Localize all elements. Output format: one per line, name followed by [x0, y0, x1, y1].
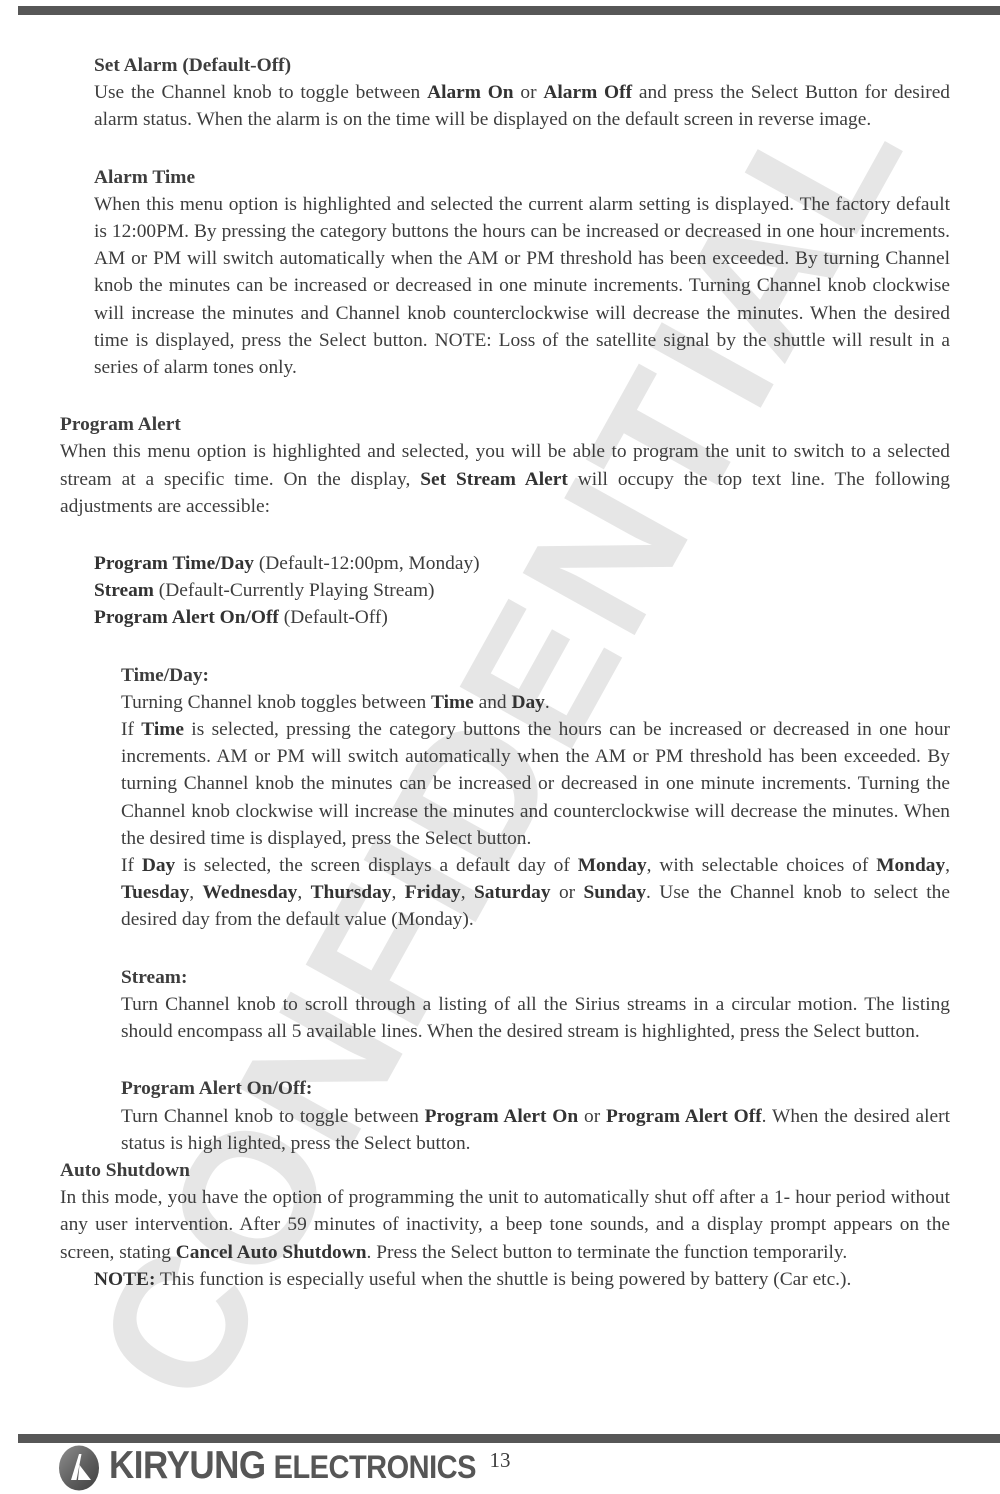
heading-stream: Stream:	[121, 966, 188, 988]
option-label: Program Time/Day	[94, 553, 254, 575]
day-separator: ,	[945, 855, 951, 877]
paragraph-time-selected: If Time is selected, pressing the catego…	[121, 716, 950, 852]
paragraph-time-day-toggle: Turning Channel knob toggles between Tim…	[121, 689, 950, 716]
page-content: Set Alarm (Default-Off) Use the Channel …	[60, 52, 950, 1293]
term-alarm-on: Alarm On	[427, 82, 514, 104]
option-label: Stream	[94, 580, 154, 602]
paragraph-stream: Turn Channel knob to scroll through a li…	[121, 993, 950, 1043]
term-monday-default: Monday	[577, 855, 647, 877]
text-run: or	[513, 82, 544, 104]
option-default: (Default-12:00pm, Monday)	[253, 553, 480, 575]
list-item-stream: Stream (Default-Currently Playing Stream…	[94, 577, 950, 604]
term-day: Day	[141, 855, 176, 877]
top-rule-divider	[18, 6, 1000, 15]
day-choice: Tuesday	[121, 882, 190, 904]
day-choice: Wednesday	[202, 882, 298, 904]
day-separator: ,	[391, 882, 405, 904]
heading-program-alert: Program Alert	[60, 414, 181, 436]
paragraph-program-alert-onoff: Turn Channel knob to toggle between Prog…	[121, 1103, 950, 1157]
paragraph-alarm-time: When this menu option is highlighted and…	[94, 193, 950, 379]
day-choice: Friday	[404, 882, 461, 904]
day-choice: Saturday	[474, 882, 551, 904]
paragraph-set-alarm: Use the Channel knob to toggle between A…	[94, 79, 950, 133]
day-choice: Thursday	[310, 882, 392, 904]
text-run: Turning Channel knob toggles between	[121, 691, 432, 713]
paragraph-auto-shutdown-note: NOTE: This function is especially useful…	[94, 1266, 950, 1293]
term-program-alert-off: Program Alert Off	[606, 1105, 762, 1127]
footer-rule-divider	[18, 1434, 1000, 1443]
note-body: This function is especially useful when …	[155, 1268, 852, 1290]
text-run: is selected, pressing the category butto…	[121, 719, 950, 849]
text-run: If	[121, 855, 142, 877]
text-run: is selected, the screen displays a defau…	[175, 855, 578, 877]
page-footer: KIRYUNG ELECTRONICS 13	[0, 1434, 1000, 1494]
text-run: Use the Channel knob to toggle between	[94, 82, 428, 104]
day-choice: Sunday	[583, 882, 647, 904]
paragraph-program-alert: When this menu option is highlighted and…	[60, 438, 950, 520]
day-separator: or	[550, 882, 584, 904]
text-run: and	[473, 691, 512, 713]
term-program-alert-on: Program Alert On	[424, 1105, 579, 1127]
day-separator: ,	[189, 882, 203, 904]
term-cancel-auto-shutdown: Cancel Auto Shutdown	[175, 1241, 367, 1263]
document-page: CONFIDENTIAL Set Alarm (Default-Off) Use…	[0, 0, 1000, 1494]
text-run: or	[578, 1105, 607, 1127]
term-set-stream-alert: Set Stream Alert	[420, 468, 568, 490]
text-run: If	[121, 719, 142, 741]
term-time: Time	[431, 691, 474, 713]
text-run: Turn Channel knob to toggle between	[121, 1105, 425, 1127]
term-day: Day	[511, 691, 545, 713]
term-time: Time	[141, 719, 184, 741]
text-run: .	[544, 691, 550, 713]
list-item-program-alert-onoff: Program Alert On/Off (Default-Off)	[94, 604, 950, 631]
heading-program-alert-onoff: Program Alert On/Off:	[121, 1078, 313, 1100]
day-choice: Monday	[876, 855, 946, 877]
day-separator: ,	[460, 882, 475, 904]
page-number: 13	[489, 1448, 511, 1472]
paragraph-day-selected: If Day is selected, the screen displays …	[121, 852, 950, 934]
term-alarm-off: Alarm Off	[543, 82, 633, 104]
heading-alarm-time: Alarm Time	[94, 166, 196, 188]
note-label: NOTE:	[94, 1268, 156, 1290]
heading-time-day: Time/Day:	[121, 664, 209, 686]
heading-auto-shutdown: Auto Shutdown	[60, 1159, 190, 1181]
heading-set-alarm: Set Alarm (Default-Off)	[94, 55, 292, 76]
option-default: (Default-Currently Playing Stream)	[153, 580, 435, 602]
text-run: . Press the Select button to terminate t…	[366, 1241, 848, 1263]
text-run: , with selectable choices of	[646, 855, 877, 877]
paragraph-auto-shutdown: In this mode, you have the option of pro…	[60, 1184, 950, 1266]
list-item-program-time-day: Program Time/Day (Default-12:00pm, Monda…	[94, 550, 950, 577]
option-default: (Default-Off)	[278, 607, 388, 629]
day-separator: ,	[297, 882, 311, 904]
option-label: Program Alert On/Off	[94, 607, 279, 629]
